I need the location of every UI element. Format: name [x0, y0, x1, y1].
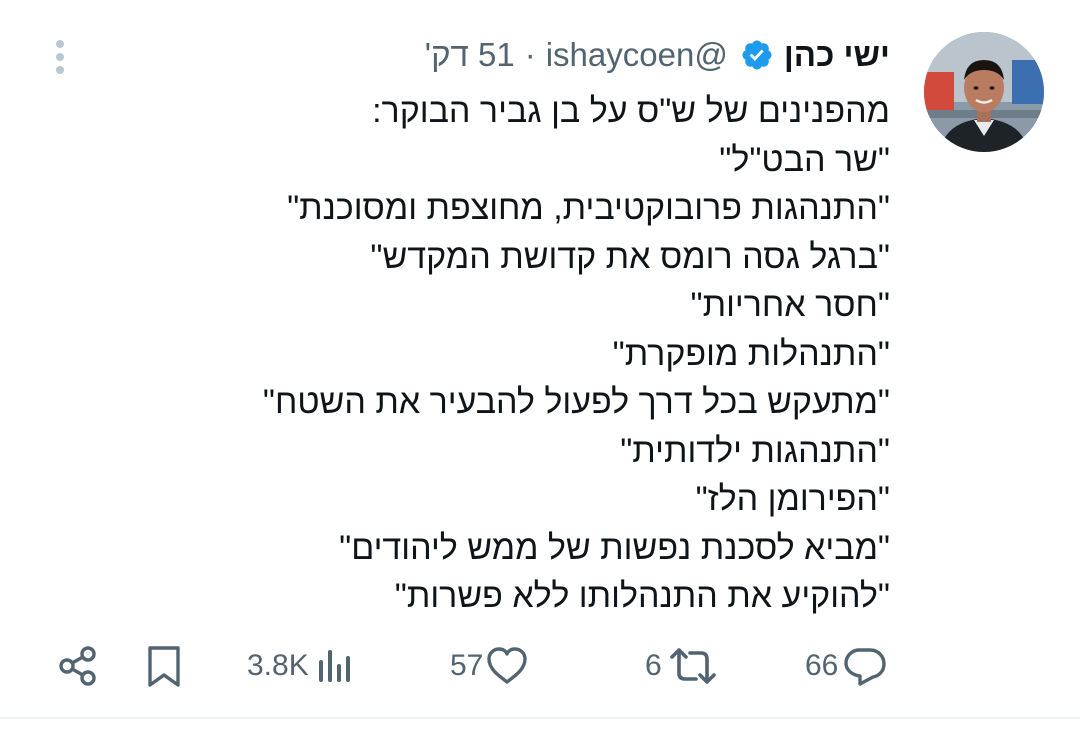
author-display-name[interactable]: ישי כהן [784, 36, 890, 74]
tweet-text-line: מהפנינים של ש"ס על בן גביר הבוקר: [372, 92, 890, 130]
reply-button[interactable]: 66 [805, 636, 888, 696]
tweet-text-line: "חסר אחריות" [690, 286, 890, 324]
like-button[interactable]: 57 [450, 636, 529, 696]
share-button[interactable] [56, 636, 100, 696]
tweet-text-line: "התנהלות מופקרת" [612, 334, 890, 373]
retweet-count: 6 [645, 649, 662, 682]
tweet-text-line: "מתעקש בכל דרך לפעול להבעיר את השטח" [262, 383, 890, 421]
tweet-text: מהפנינים של ש"ס על בן גביר הבוקר: "שר הב… [170, 87, 890, 621]
tweet-text-line: "התנהגות ילדותית" [620, 431, 890, 470]
retweet-button[interactable]: 6 [645, 636, 718, 696]
tweet-text-line: "התנהגות פרובוקטיבית, מחוצפת ומסוכנת" [287, 189, 890, 227]
views-count: 3.8K [247, 649, 309, 682]
heart-icon [485, 644, 529, 688]
author-handle[interactable]: @ishaycoen [546, 36, 728, 74]
tweet[interactable]: ישי כהן @ishaycoen · 51 דק' מהפנינים של … [0, 0, 1080, 719]
more-vertical-icon[interactable] [52, 38, 72, 78]
reply-count: 66 [805, 649, 839, 682]
retweet-icon [668, 644, 718, 688]
verified-badge-icon [740, 38, 774, 72]
header-separator: · [524, 36, 536, 73]
tweet-header: ישי כהן @ishaycoen · 51 דק' [425, 30, 890, 80]
tweet-text-line: "שר הבט"ל" [719, 140, 890, 179]
tweet-actions: 3.8K 57 6 66 [0, 636, 1080, 696]
share-icon [56, 644, 100, 688]
tweet-text-line: "הפירומן הלז" [695, 480, 890, 518]
like-count: 57 [450, 649, 484, 682]
tweet-text-line: "להוקיע את התנהלותו ללא פשרות" [394, 577, 890, 615]
reply-icon [842, 644, 888, 688]
avatar[interactable] [924, 32, 1044, 152]
views-button[interactable]: 3.8K [247, 636, 353, 696]
bookmark-icon [144, 644, 184, 688]
tweet-text-line: "מביא לסכנת נפשות של ממש ליהודים" [339, 528, 890, 567]
bookmark-button[interactable] [144, 636, 184, 696]
tweet-timestamp[interactable]: 51 דק' [425, 36, 515, 74]
tweet-text-line: "ברגל גסה רומס את קדושת המקדש" [370, 237, 890, 276]
views-icon [317, 646, 353, 686]
